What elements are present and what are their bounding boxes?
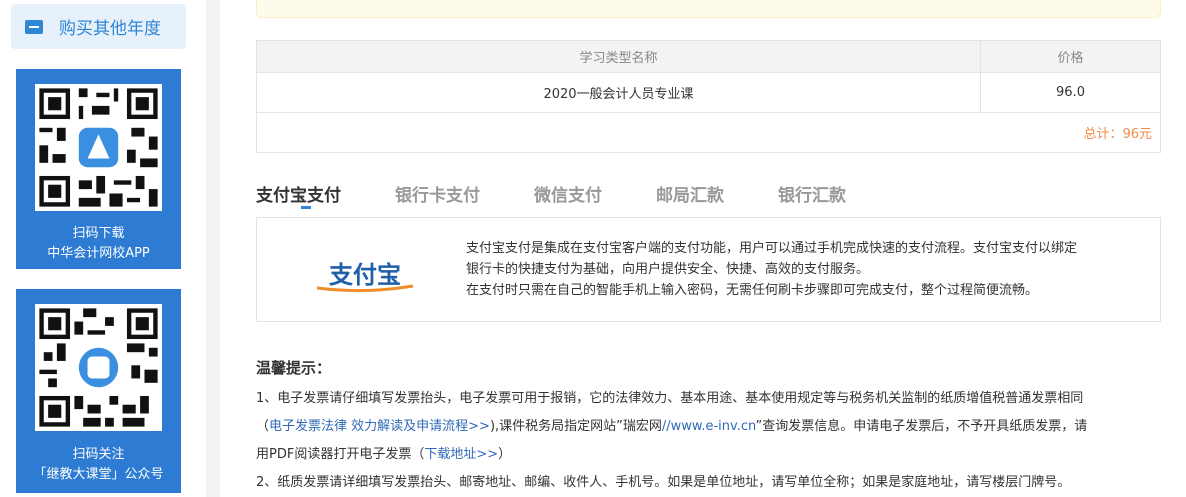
tab-wechat[interactable]: 微信支付 [534, 181, 602, 211]
tip-text: ） [498, 447, 512, 462]
notice-bar [256, 0, 1161, 18]
sidebar-gutter [206, 0, 220, 497]
tip-text: （ [256, 419, 270, 434]
qr-code-icon [35, 84, 162, 211]
payment-tabs: 支付宝支付 银行卡支付 微信支付 邮局汇款 银行汇款 [256, 181, 900, 211]
qr-code-icon [35, 304, 162, 431]
tab-bank-remit[interactable]: 银行汇款 [778, 181, 846, 211]
buy-other-year-label: 购买其他年度 [59, 19, 161, 39]
einv-site-link[interactable]: //www.e-inv.cn [662, 419, 756, 434]
wechat-follow-card: 扫码关注 「继教大课堂」公众号 [16, 289, 181, 493]
tab-bank-card[interactable]: 银行卡支付 [395, 181, 480, 211]
header-price: 价格 [980, 40, 1161, 73]
order-table: 学习类型名称 价格 2020一般会计人员专业课 96.0 总计：96元 [256, 40, 1161, 153]
order-total: 总计：96元 [256, 112, 1161, 153]
alipay-desc-line: 银行卡的快捷支付为基础，向用户提供安全、快捷、高效的支付服务。 [466, 262, 870, 277]
pdf-download-link[interactable]: 下载地址>> [424, 447, 498, 462]
sidebar: 购买其他年度 扫码下载 中华会计网校APP 扫码关注 「继教大课堂」公众号 [0, 0, 206, 497]
alipay-logo-text: 支付宝 [329, 261, 401, 289]
tip-text: ),课件税务局指定网站”瑞宏网 [489, 419, 662, 434]
tab-postal-remit[interactable]: 邮局汇款 [656, 181, 724, 211]
buy-other-year-button[interactable]: 购买其他年度 [11, 4, 186, 49]
course-name-cell: 2020一般会计人员专业课 [256, 72, 981, 113]
alipay-desc-line: 在支付时只需在自己的智能手机上输入密码，无需任何刷卡步骤即可完成支付，整个过程简… [466, 283, 1039, 298]
card1-line1: 扫码下载 [72, 226, 125, 241]
card2-line2: 「继教大课堂」公众号 [33, 467, 164, 482]
total-row: 总计：96元 [256, 112, 1161, 153]
active-tab-indicator [301, 206, 311, 209]
card-icon [25, 19, 43, 34]
price-cell: 96.0 [980, 72, 1161, 113]
alipay-panel: 支付宝 支付宝支付是集成在支付宝客户端的支付功能，用户可以通过手机完成快速的支付… [256, 217, 1161, 322]
tip-text: ”查询发票信息。申请电子发票后，不予开具纸质发票，请 [755, 419, 1088, 434]
invoice-law-link[interactable]: 电子发票法律 效力解读及申请流程>> [269, 419, 490, 434]
tips-list: 1、电子发票请仔细填写发票抬头，电子发票可用于报销，它的法律效力、基本用途、基本… [256, 385, 1166, 497]
tip-text: 用PDF阅读器打开电子发票（ [256, 447, 425, 462]
table-row: 2020一般会计人员专业课 96.0 [256, 72, 1161, 113]
tip-item-2: 2、纸质发票请详细填写发票抬头、邮寄地址、邮编、收件人、手机号。如果是单位地址，… [256, 475, 1071, 490]
tip-item-1a: 1、电子发票请仔细填写发票抬头，电子发票可用于报销，它的法律效力、基本用途、基本… [256, 391, 1084, 406]
tip-item-1b: （电子发票法律 效力解读及申请流程>>),课件税务局指定网站”瑞宏网//www.… [256, 413, 1166, 441]
table-header-row: 学习类型名称 价格 [256, 40, 1161, 73]
tips-title: 温馨提示： [256, 359, 332, 377]
header-course-name: 学习类型名称 [256, 40, 981, 73]
card1-line2: 中华会计网校APP [47, 246, 150, 261]
tab-alipay[interactable]: 支付宝支付 [256, 181, 341, 211]
alipay-desc-line: 支付宝支付是集成在支付宝客户端的支付功能，用户可以通过手机完成快速的支付流程。支… [466, 241, 1078, 256]
tip-item-1c: 用PDF阅读器打开电子发票（下载地址>>） [256, 441, 1166, 469]
card2-line1: 扫码关注 [72, 447, 125, 462]
alipay-logo: 支付宝 [315, 258, 415, 294]
app-download-card: 扫码下载 中华会计网校APP [16, 69, 181, 269]
alipay-description: 支付宝支付是集成在支付宝客户端的支付功能，用户可以通过手机完成快速的支付流程。支… [466, 238, 1146, 301]
